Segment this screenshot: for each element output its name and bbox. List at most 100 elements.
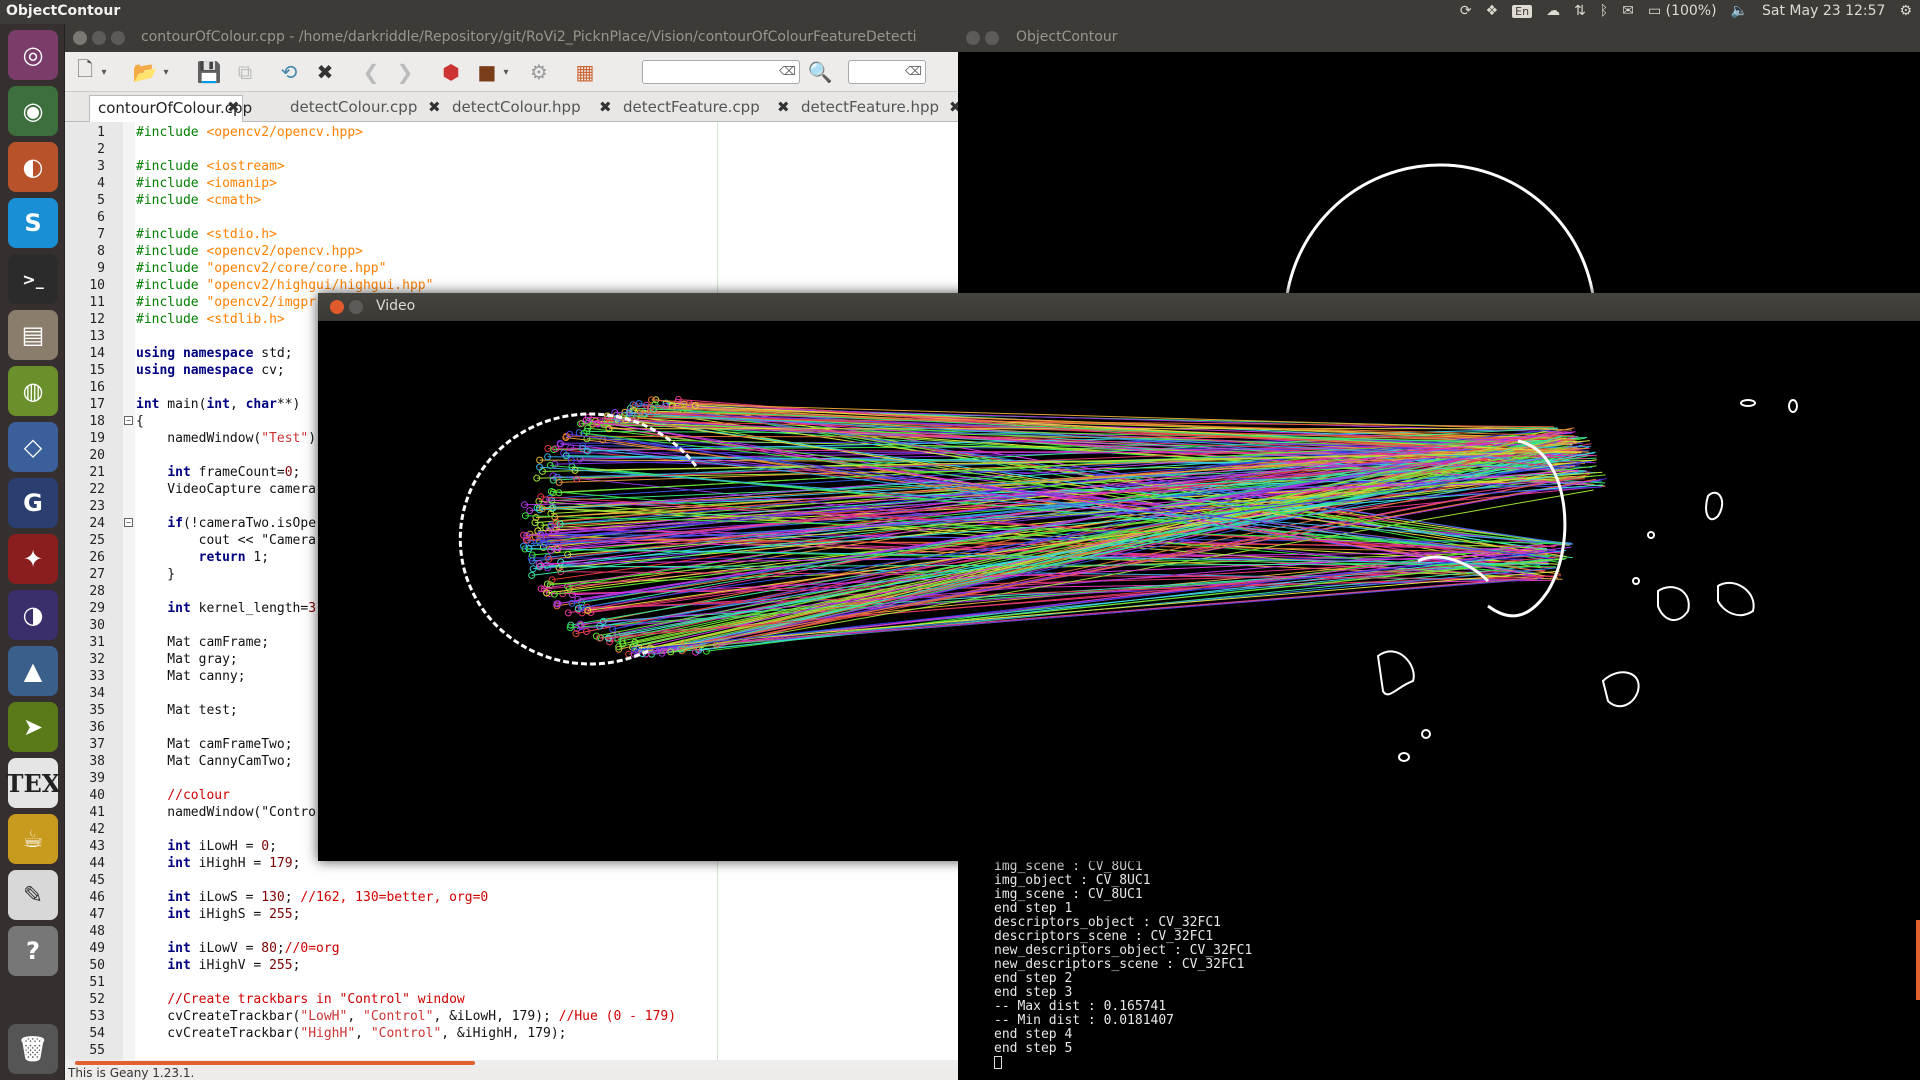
blob-contour-3 <box>1657 586 1690 621</box>
terminal-output[interactable]: img_scene : CV_8UC1 img_object : CV_8UC1 i… <box>990 860 1920 1080</box>
line-number: 3 <box>97 159 105 174</box>
compile-button[interactable]: ⬢ <box>437 58 465 86</box>
close-window-button[interactable] <box>330 300 344 314</box>
eclipse-icon[interactable]: ◑ <box>8 590 58 640</box>
close-tab-icon[interactable]: ✖ <box>227 98 240 116</box>
chrome-icon[interactable]: ◉ <box>8 86 58 136</box>
video-window: Video <box>318 293 1920 861</box>
active-app-title: ObjectContour <box>6 3 121 19</box>
code-text: int iHighV = 255; <box>167 958 301 973</box>
close-window-button[interactable] <box>966 31 980 45</box>
dash-icon[interactable]: ◎ <box>8 30 58 80</box>
code-text: int iLowV = 80;//0=org <box>167 941 340 956</box>
line-number: 41 <box>89 805 105 820</box>
keyboard-layout-indicator[interactable]: En <box>1512 4 1533 18</box>
clear-goto-icon[interactable]: ⌫ <box>905 64 922 78</box>
run-button[interactable]: ⚙ <box>525 58 553 86</box>
android-icon[interactable]: ◍ <box>8 366 58 416</box>
text-editor-icon[interactable]: ✎ <box>8 870 58 920</box>
maximize-window-button[interactable] <box>111 31 125 45</box>
power-gear-icon[interactable]: ⚙ <box>1899 3 1912 19</box>
geany-window-title: contourOfColour.cpp - /home/darkriddle/R… <box>141 29 917 45</box>
clear-search-icon[interactable]: ⌫ <box>779 64 796 78</box>
network-icon[interactable]: ⇅ <box>1574 3 1586 19</box>
teapot-icon[interactable]: ☕ <box>8 814 58 864</box>
arrow-app-icon[interactable]: ➤ <box>8 702 58 752</box>
volume-icon[interactable]: 🔈 <box>1731 3 1748 19</box>
close-file-button[interactable]: ✖ <box>311 58 339 86</box>
line-number: 20 <box>89 448 105 463</box>
fold-toggle-icon[interactable]: − <box>124 416 133 425</box>
tab-detectFeature-cpp[interactable]: detectFeature.cpp <box>615 95 768 122</box>
save-all-button[interactable]: ⧉ <box>231 58 259 86</box>
tab-label: detectColour.cpp <box>290 98 418 116</box>
code-text: Mat test; <box>136 703 238 718</box>
tab-contourOfColour-cpp[interactable]: contourOfColour.cpp <box>89 95 252 122</box>
close-window-button[interactable] <box>73 31 87 45</box>
line-number: 44 <box>89 856 105 871</box>
save-button[interactable]: 💾 <box>195 58 223 86</box>
matlab-icon[interactable]: ▲ <box>8 646 58 696</box>
line-number: 21 <box>89 465 105 480</box>
red-bird-icon[interactable]: ✦ <box>8 534 58 584</box>
code-text: cout << "Camera <box>136 533 317 548</box>
firefox-icon[interactable]: ◐ <box>8 142 58 192</box>
video-titlebar[interactable]: Video <box>318 293 1920 321</box>
search-icon[interactable]: 🔍 <box>806 58 834 86</box>
terminal-scrollbar[interactable] <box>1916 920 1920 1000</box>
line-number: 30 <box>89 618 105 633</box>
mail-icon[interactable]: ✉ <box>1622 3 1634 19</box>
line-number: 8 <box>97 244 105 259</box>
code-text: #include <cmath> <box>136 193 262 208</box>
build-button[interactable]: ■ <box>473 58 501 86</box>
color-chooser-button[interactable]: ▦ <box>571 58 599 86</box>
code-text: cvCreateTrackbar("LowH", "Control", &iLo… <box>136 1009 677 1024</box>
tab-detectColour-hpp[interactable]: detectColour.hpp <box>444 95 589 122</box>
reload-button[interactable]: ⟲ <box>275 58 303 86</box>
open-dropdown-chevron-icon[interactable]: ▾ <box>159 58 173 86</box>
search-input[interactable]: ⌫ <box>642 60 800 84</box>
code-text: #include <iomanip> <box>136 176 277 191</box>
line-number: 24 <box>89 516 105 531</box>
cloud-icon[interactable]: ☁ <box>1546 3 1560 19</box>
files-icon[interactable]: ▤ <box>8 310 58 360</box>
geany-icon[interactable]: G <box>8 478 58 528</box>
help-icon[interactable]: ? <box>8 926 58 976</box>
new-dropdown-chevron-icon[interactable]: ▾ <box>97 58 111 86</box>
tab-detectFeature-hpp[interactable]: detectFeature.hpp <box>793 95 947 122</box>
forward-arrow-icon[interactable]: ❯ <box>391 58 419 86</box>
sync-icon[interactable]: ⟳ <box>1460 3 1472 19</box>
minimize-window-button[interactable] <box>92 31 106 45</box>
line-number: 40 <box>89 788 105 803</box>
new-file-button[interactable]: 🗋 <box>71 57 99 86</box>
code-text: } <box>136 567 176 582</box>
objectcontour-titlebar[interactable]: ObjectContour <box>958 24 1920 52</box>
back-arrow-icon[interactable]: ❮ <box>357 58 385 86</box>
code-text: int iLowS = 130; //162, 130=better, org=… <box>167 890 489 905</box>
geany-titlebar[interactable]: contourOfColour.cpp - /home/darkriddle/R… <box>65 24 958 52</box>
clock[interactable]: Sat May 23 12:57 <box>1762 3 1885 19</box>
close-tab-icon[interactable]: ✖ <box>777 98 790 116</box>
close-tab-icon[interactable]: ✖ <box>599 98 612 116</box>
fold-toggle-icon[interactable]: − <box>124 518 133 527</box>
trash-icon[interactable]: 🗑 <box>8 1024 58 1074</box>
line-number: 14 <box>89 346 105 361</box>
terminal-icon[interactable]: >_ <box>8 254 58 304</box>
tex-icon[interactable]: TEX <box>6 758 60 808</box>
line-number: 26 <box>89 550 105 565</box>
dropbox-icon[interactable]: ❖ <box>1486 3 1499 19</box>
build-dropdown-chevron-icon[interactable]: ▾ <box>499 58 513 86</box>
open-file-button[interactable]: 📂 <box>131 58 159 86</box>
tab-detectColour-cpp[interactable]: detectColour.cpp <box>282 95 425 122</box>
scrollbar-thumb[interactable] <box>75 1061 475 1065</box>
skype-icon[interactable]: S <box>8 198 58 248</box>
virtualbox-icon[interactable]: ◇ <box>8 422 58 472</box>
terminal-lines: img_scene : CV_8UC1 img_object : CV_8UC1 i… <box>990 860 1920 1056</box>
minimize-window-button[interactable] <box>349 300 363 314</box>
bluetooth-icon[interactable]: ᛒ <box>1600 3 1608 19</box>
minimize-window-button[interactable] <box>985 31 999 45</box>
battery-indicator[interactable]: ▭ (100%) <box>1648 3 1717 19</box>
goto-line-input[interactable]: ⌫ <box>848 60 926 84</box>
terminal-prompt[interactable] <box>990 1056 1920 1070</box>
close-tab-icon[interactable]: ✖ <box>428 98 441 116</box>
